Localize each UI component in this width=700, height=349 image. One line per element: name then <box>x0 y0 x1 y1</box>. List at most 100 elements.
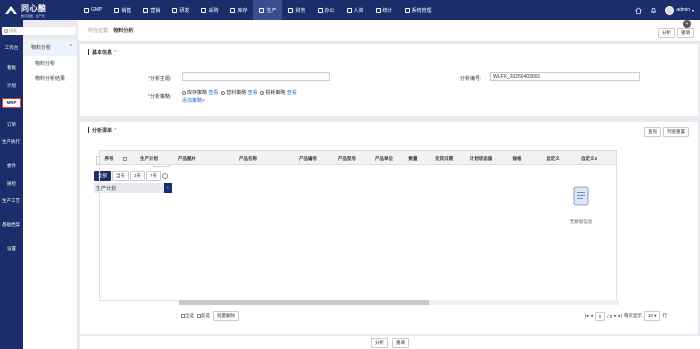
page-input[interactable]: 0 <box>594 311 606 321</box>
subnav-group[interactable]: 物料分析 ⌃ <box>23 39 77 56</box>
number-label: 分析编号: <box>460 76 482 82</box>
home-icon[interactable] <box>635 6 643 14</box>
strategy-loss[interactable]: 损耗策略 查看 <box>260 90 297 96</box>
leftnav-settings[interactable]: 设置 <box>0 246 23 252</box>
breadcrumb-label: 所在位置: <box>88 28 110 34</box>
radio-icon <box>221 90 226 95</box>
topnav-rd[interactable]: 研发 <box>166 0 195 20</box>
query-button[interactable]: 查询 <box>644 127 661 137</box>
brand-tagline: 数字赋能 · 生产管 <box>21 13 45 18</box>
prev-page-icon[interactable]: ◂ <box>590 313 592 319</box>
leftnav-workbench[interactable]: 工作台 <box>0 45 23 51</box>
list-actions: 查询 列宽重置 <box>644 127 689 137</box>
finance-icon <box>288 7 294 13</box>
per-page-unit: 行 <box>662 313 667 318</box>
footer-reset-button[interactable]: 重填 <box>392 337 409 348</box>
reset-button[interactable]: 重填 <box>677 28 694 38</box>
col-index: 序号 <box>104 156 114 161</box>
topnav-production[interactable]: 生产 <box>253 0 283 20</box>
topnav-marketing[interactable]: 营销 <box>137 0 166 20</box>
col-spec: 规格 <box>512 156 522 161</box>
menu-search-input[interactable]: 搜索 <box>2 27 76 35</box>
leftnav-production-exec[interactable]: 生产执行 <box>1 139 21 145</box>
col-delivery-date: 交货日期 <box>435 156 453 161</box>
topnav-label: 销售 <box>121 7 132 14</box>
leftnav-qc[interactable]: 质检 <box>0 181 23 187</box>
col-product-number: 产品编号 <box>299 156 317 161</box>
footer-analyze-button[interactable]: 分析 <box>371 337 388 348</box>
leftnav-mrp-label: MRP <box>2 98 21 108</box>
leftnav-plan[interactable]: 计划 <box>0 83 23 89</box>
invert-option[interactable]: 反选 <box>197 313 210 319</box>
view-link[interactable]: 查看 <box>248 90 258 96</box>
view-link[interactable]: 查看 <box>208 90 218 96</box>
topnav-settings[interactable]: 系统管理 <box>399 0 438 20</box>
topnav-label: 生产 <box>266 7 277 14</box>
topnav-inventory[interactable]: 库存 <box>224 0 253 20</box>
page-total: / 0 <box>607 313 613 319</box>
hr-icon <box>346 7 352 13</box>
avatar <box>665 5 675 15</box>
col-select[interactable] <box>118 151 132 166</box>
col-production-plan: 生产计划 <box>140 156 158 161</box>
topnav-stats[interactable]: 统计 <box>370 0 399 20</box>
view-link[interactable]: 查看 <box>287 90 297 96</box>
chevron-down-icon: ▾ <box>691 7 694 13</box>
empty-text: 无数据信息 <box>569 219 593 224</box>
page-title: 物料分析 <box>113 28 134 34</box>
sub-nav: 物料分析 ⌃ 物料分析 物料分析结果 <box>23 39 78 349</box>
horizontal-scrollbar[interactable] <box>179 300 619 305</box>
topnav-office[interactable]: 办公 <box>312 0 341 20</box>
purchase-icon <box>201 7 207 13</box>
pagination: |◂ ◂ 0 / 0 ▸ ▸| 每页显示 10 ▾ 行 <box>585 311 667 321</box>
analyze-button[interactable]: 分析 <box>658 28 675 38</box>
subnav-item-result[interactable]: 物料分析结果 <box>23 71 77 86</box>
topnav-label: 库存 <box>237 7 248 14</box>
top-nav: GMP 销售 营销 研发 采购 库存 生产 财务 办公 人资 统计 系统管理 <box>78 0 438 20</box>
inventory-icon <box>230 7 236 13</box>
empty-data-icon <box>573 186 589 206</box>
marketing-icon <box>143 7 149 13</box>
col-product-image: 产品图片 <box>178 156 196 161</box>
topnav-purchase[interactable]: 采购 <box>195 0 224 20</box>
radio-icon <box>260 90 265 95</box>
strategy-inventory[interactable]: 库存策略 查看 <box>182 90 218 96</box>
number-input[interactable]: WLFX_20250403001 <box>490 72 640 81</box>
office-icon <box>317 7 323 13</box>
scrollbar-thumb[interactable] <box>179 300 429 305</box>
chevron-up-icon: ⌃ <box>68 44 73 50</box>
first-page-icon[interactable]: |◂ <box>585 313 588 319</box>
chevron-up-icon: ⌃ <box>113 128 118 134</box>
reset-columns-button[interactable]: 列宽重置 <box>663 127 689 137</box>
leftnav-outsource[interactable]: 委外 <box>0 163 23 169</box>
topnav-hr[interactable]: 人资 <box>341 0 370 20</box>
leftnav-board[interactable]: 看板 <box>0 65 23 71</box>
last-page-icon[interactable]: ▸| <box>619 313 622 319</box>
per-page-select[interactable]: 10 ▾ <box>643 311 661 321</box>
select-all-option[interactable]: 全选 <box>181 313 194 319</box>
bulk-delete-button[interactable]: 批量删除 <box>213 311 239 321</box>
strategy-substitute[interactable]: 替料策略 查看 <box>221 90 258 96</box>
bell-icon[interactable] <box>650 7 657 14</box>
production-icon <box>259 7 265 13</box>
col-plan-status: 计划状态值 <box>469 156 493 161</box>
leftnav-order[interactable]: 订单 <box>0 122 23 128</box>
user-menu[interactable]: admin ▾ <box>665 5 694 15</box>
leftnav-process[interactable]: 生产工艺 <box>1 198 21 204</box>
topnav-sales[interactable]: 销售 <box>108 0 137 20</box>
breadcrumb: 所在位置: 物料分析 分析 重填 <box>78 20 700 42</box>
add-strategy-link[interactable]: 添加策略> <box>182 97 205 104</box>
basic-info-title: 基本信息 ⌃ <box>80 44 698 56</box>
checkbox-icon <box>123 156 127 161</box>
next-page-icon[interactable]: ▸ <box>614 313 616 319</box>
subnav-item-analysis[interactable]: 物料分析 <box>23 56 77 71</box>
topnav-finance[interactable]: 财务 <box>282 0 311 20</box>
leftnav-base-files[interactable]: 基础档案 <box>1 222 21 228</box>
expand-icon[interactable]: + <box>683 20 691 28</box>
leftnav-mrp[interactable]: MRP <box>0 98 23 108</box>
theme-input[interactable] <box>182 72 330 81</box>
col-product-unit: 产品单位 <box>375 156 393 161</box>
topnav-label: 营销 <box>150 7 161 14</box>
brand-logo[interactable]: 同心酿 数字赋能 · 生产管 <box>0 0 78 20</box>
topnav-gmp[interactable]: GMP <box>78 0 108 20</box>
